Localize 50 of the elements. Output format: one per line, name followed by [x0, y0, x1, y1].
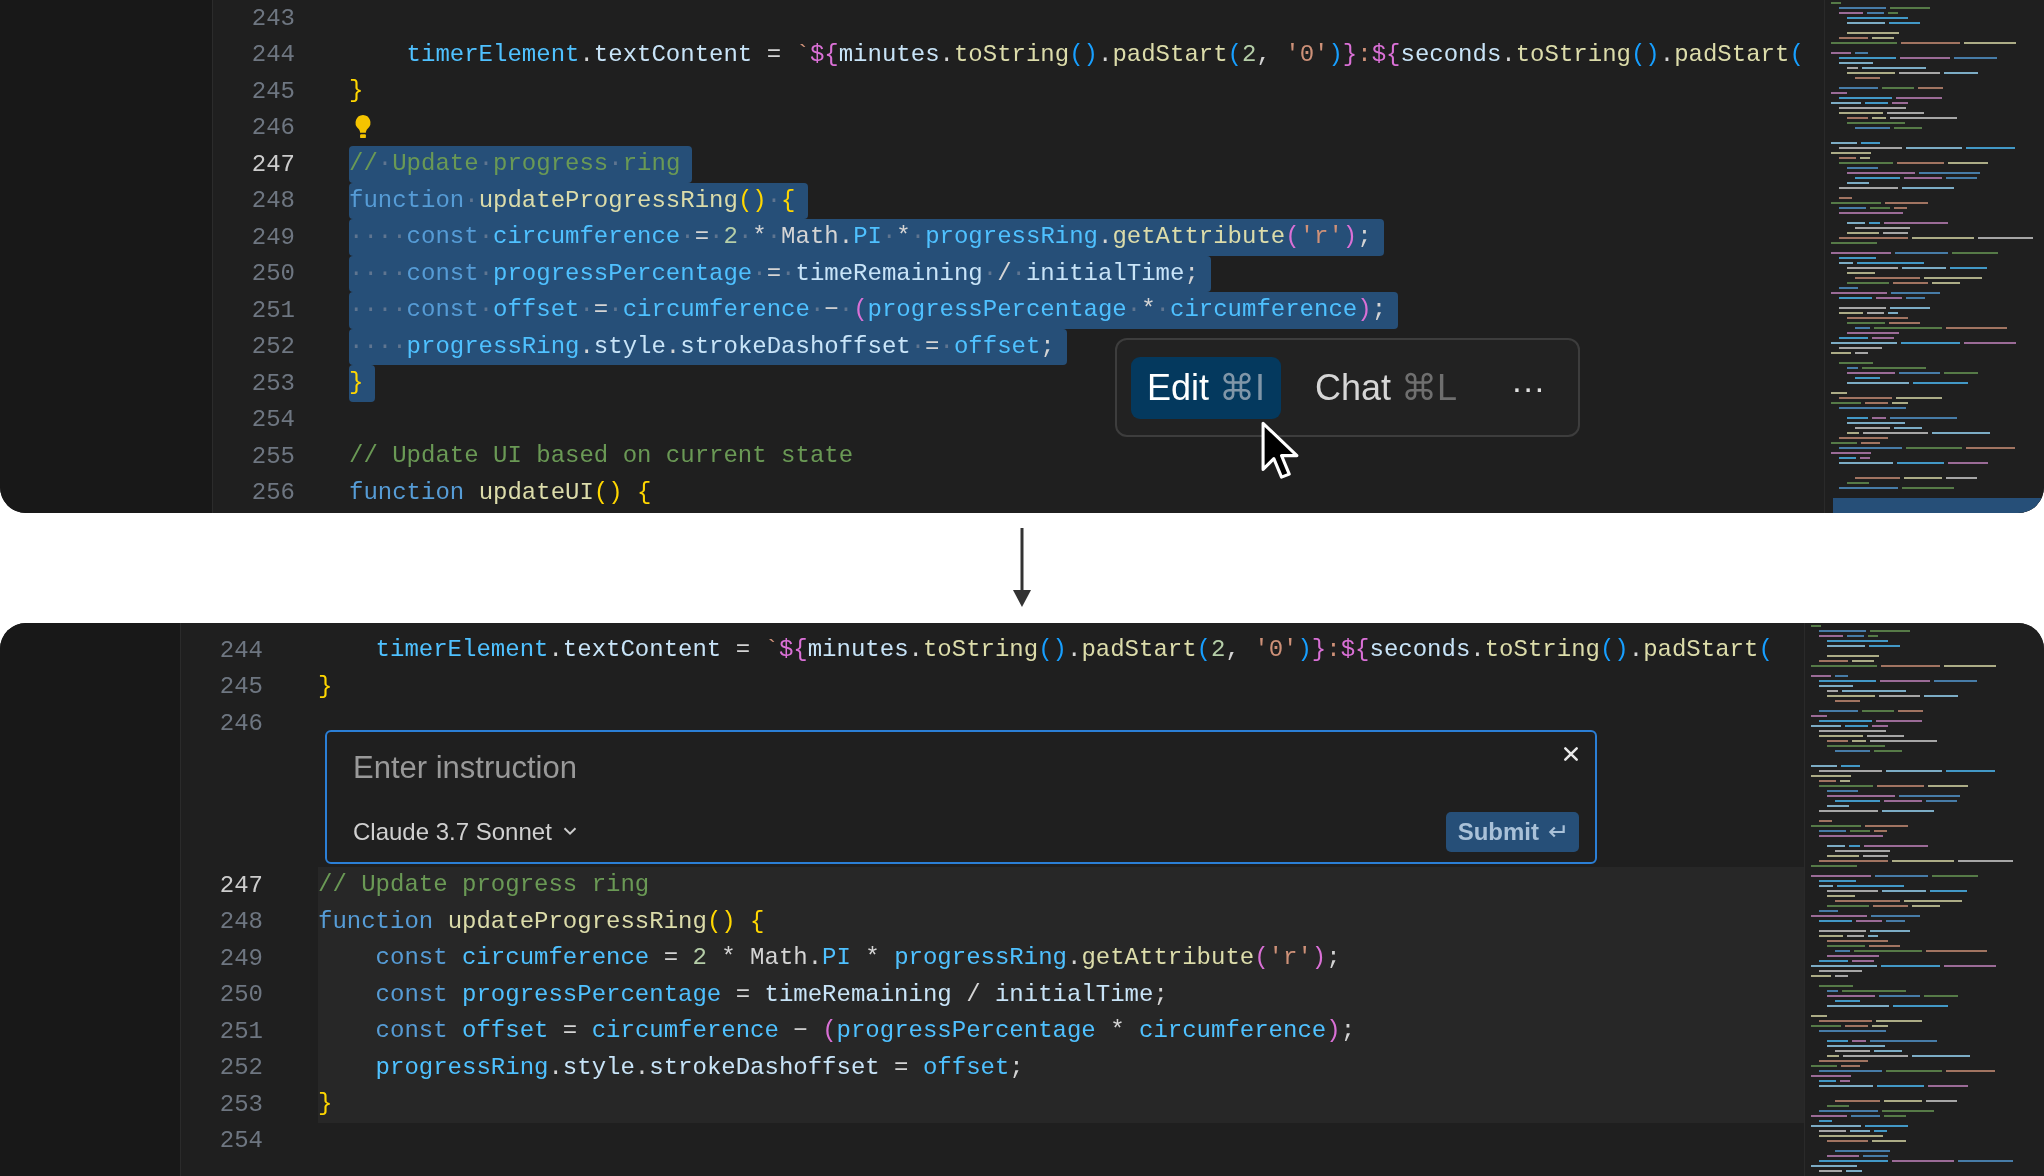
line-number: 254	[250, 406, 295, 434]
code-line: // Update UI based on current state	[349, 441, 854, 471]
return-icon	[1547, 823, 1567, 840]
line-number: 246	[218, 709, 263, 737]
line-number: 250	[250, 260, 295, 288]
code-line: }	[349, 76, 364, 106]
close-icon	[1563, 745, 1579, 762]
more-button[interactable]: ···	[1505, 367, 1552, 408]
line-number: 247	[218, 871, 263, 899]
line-number: 256	[250, 479, 295, 507]
line-number: 253	[218, 1090, 263, 1118]
code-line: function updateUI() {	[349, 477, 652, 508]
line-number: 249	[218, 944, 263, 972]
line-number: 244	[218, 636, 263, 664]
line-number: 255	[250, 442, 295, 470]
line-number: 248	[218, 908, 263, 936]
line-number: 248	[250, 187, 295, 215]
line-number: 252	[250, 333, 295, 361]
code-line: }	[318, 671, 333, 702]
popup-action-button[interactable]: Chat ⌘L	[1299, 356, 1474, 419]
line-number: 252	[218, 1054, 263, 1082]
code-line: timerElement.textContent = `${minutes.toString().padStart(2, '0')}:${seconds.toString().padStart(	[405, 39, 1804, 70]
line-number: 245	[250, 77, 295, 105]
line-number: 244	[250, 41, 295, 69]
code-line: const circumference = 2 * Math.PI * progressRing.getAttribute('r');	[374, 943, 1341, 973]
line-number: 254	[218, 1127, 263, 1155]
minimap-drawing[interactable]	[1804, 623, 2044, 1176]
model-dropdown[interactable]: Claude 3.7 Sonnet	[353, 817, 578, 846]
line-number: 250	[218, 981, 263, 1009]
code-line: const offset = circumference − (progressPercentage * circumference);	[374, 1016, 1356, 1046]
line-number: 246	[250, 114, 295, 142]
line-number: 253	[250, 369, 295, 397]
line-number: 243	[250, 4, 295, 32]
popup-action-button[interactable]: Edit ⌘I	[1131, 356, 1282, 419]
code-line: const progressPercentage = timeRemaining / initialTime;	[374, 979, 1168, 1010]
line-number: 249	[250, 223, 295, 251]
submit-button[interactable]: Submit	[1445, 811, 1579, 852]
code-line: }	[318, 1089, 333, 1119]
line-number: 251	[250, 296, 295, 324]
code-line: timerElement.textContent = `${minutes.toString().padStart(2, '0')}:${seconds.toString().padStart(	[374, 635, 1773, 665]
code-line: progressRing.style.strokeDashoffset = offset;	[374, 1052, 1024, 1083]
mouse-cursor-icon	[1260, 420, 1300, 482]
instruction-input[interactable]: Enter instruction	[353, 749, 1253, 786]
line-number: 245	[218, 673, 263, 701]
line-number: 247	[250, 150, 295, 178]
chevron-down-icon	[561, 826, 578, 837]
code-line: // Update progress ring	[318, 870, 650, 900]
code-line: function updateProgressRing() {	[318, 906, 765, 937]
minimap-drawing[interactable]	[1824, 0, 2044, 513]
line-number: 251	[218, 1017, 263, 1045]
